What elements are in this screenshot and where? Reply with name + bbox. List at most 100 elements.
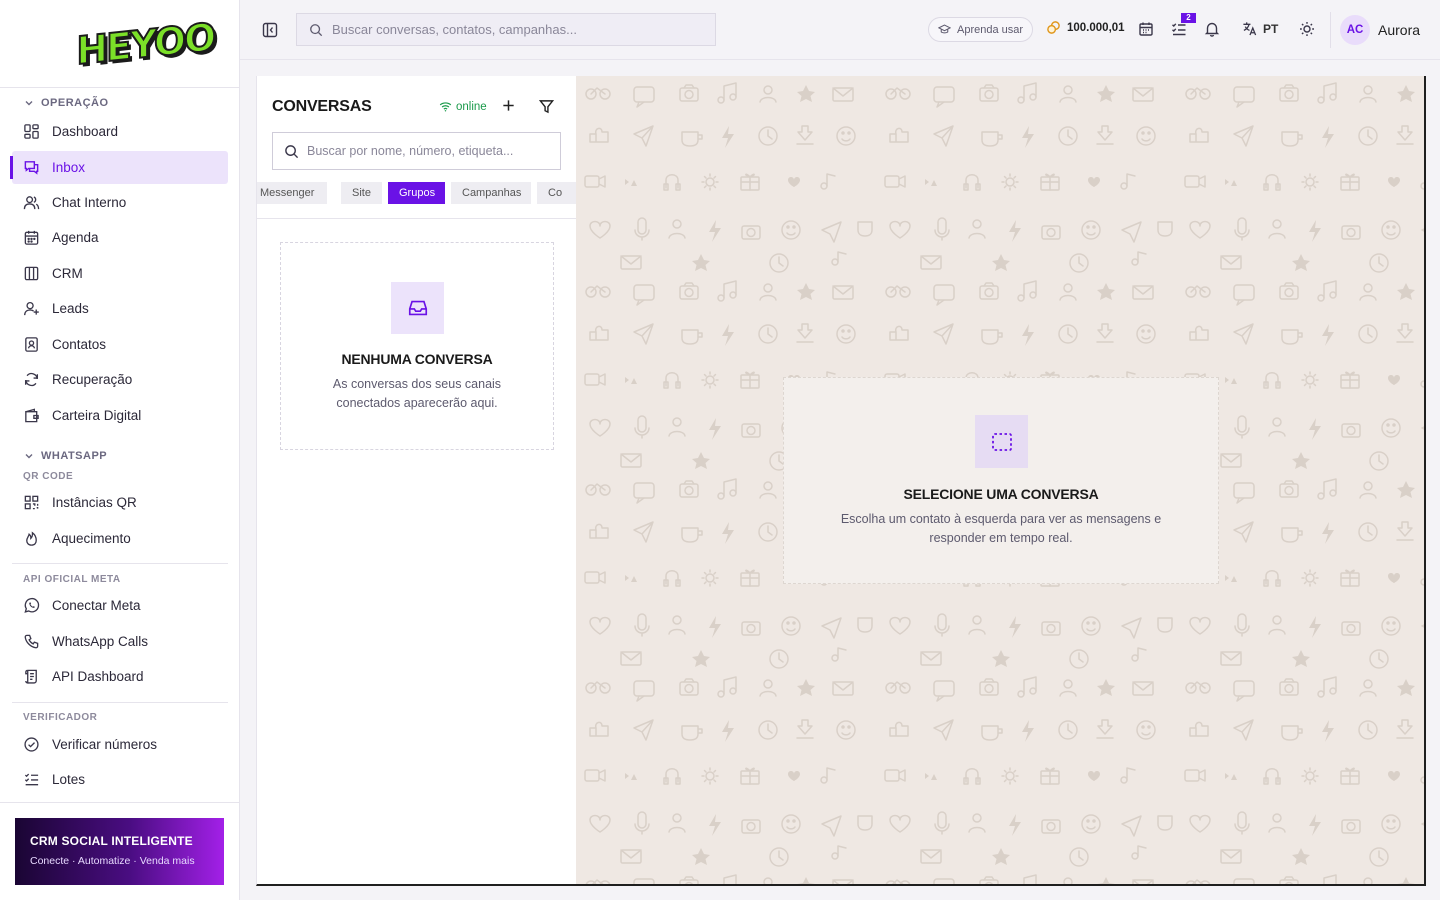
sidebar-item-chat-interno[interactable]: Chat Interno (12, 185, 228, 221)
avatar[interactable]: AC (1340, 15, 1370, 45)
tab-campanhas[interactable]: Campanhas (451, 182, 531, 204)
empty-conversations-card: NENHUMA CONVERSA As conversas dos seus c… (280, 242, 554, 450)
subsection-title: QR CODE (23, 470, 74, 482)
sidebar-item-label: API Dashboard (52, 669, 144, 685)
sun-icon[interactable] (1299, 21, 1315, 37)
sidebar-item-label: Agenda (52, 230, 99, 246)
sidebar-item-crm[interactable]: CRM (12, 256, 228, 292)
language-selector[interactable]: PT (1242, 21, 1278, 36)
sidebar-item-inbox[interactable]: Inbox (10, 150, 228, 184)
sidebar-item-label: Recuperação (52, 372, 133, 388)
section-divider (12, 563, 228, 564)
tasks-badge: 2 (1181, 13, 1196, 23)
brand-logo[interactable]: HEYOO (75, 13, 215, 74)
status-label: online (456, 100, 487, 113)
sidebar-item-label: Chat Interno (52, 194, 127, 210)
calendar-icon (24, 231, 39, 246)
sidebar-item-aquecimento[interactable]: Aquecimento (12, 521, 228, 557)
sidebar-item-conectar-meta[interactable]: Conectar Meta (12, 588, 228, 624)
sidebar-item-recuperacao[interactable]: Recuperação (12, 362, 228, 398)
select-conversation-card: SELECIONE UMA CONVERSA Escolha um contat… (783, 377, 1219, 584)
learn-label: Aprenda usar (957, 23, 1024, 36)
graduation-cap-icon (938, 24, 951, 34)
bell-icon[interactable] (1204, 21, 1220, 37)
select-title: SELECIONE UMA CONVERSA (903, 486, 1099, 502)
section-title: OPERAÇÃO (41, 97, 109, 109)
learn-button[interactable]: Aprenda usar (928, 17, 1034, 42)
subsection-title: VERIFICADOR (23, 712, 98, 723)
credits-balance[interactable]: 100.000,01 (1046, 20, 1125, 35)
sidebar-item-contatos[interactable]: Contatos (12, 327, 228, 363)
sidebar-item-label: Carteira Digital (52, 407, 142, 423)
promo-title: CRM SOCIAL INTELIGENTE (30, 834, 193, 848)
sidebar-item-leads[interactable]: Leads (12, 291, 228, 327)
select-description: Escolha um contato à esquerda para ver a… (840, 512, 1162, 545)
sidebar-item-agenda[interactable]: Agenda (12, 220, 228, 256)
translate-icon (1243, 22, 1257, 36)
conversation-search[interactable] (272, 132, 561, 170)
channel-tabs: Messenger Site Grupos Campanhas Co (257, 182, 576, 204)
tab-grupos[interactable]: Grupos (388, 182, 445, 204)
sidebar-item-lotes[interactable]: Lotes (12, 762, 228, 798)
inbox-tray-icon (408, 300, 427, 316)
list-check-icon (24, 773, 39, 786)
sidebar-item-label: Conectar Meta (52, 598, 141, 614)
sidebar-item-label: CRM (52, 265, 83, 281)
sidebar-item-instancias-qr[interactable]: Instâncias QR (12, 485, 228, 521)
sidebar-item-label: WhatsApp Calls (52, 633, 149, 649)
tab-co[interactable]: Co (537, 182, 576, 204)
coins-icon (1047, 21, 1060, 34)
sidebar-item-dashboard[interactable]: Dashboard (12, 114, 228, 150)
calendar-icon[interactable] (1138, 21, 1154, 37)
chevron-down-icon (25, 101, 33, 106)
section-title: WHATSAPP (41, 450, 108, 462)
user-name[interactable]: Aurora (1378, 22, 1420, 38)
sidebar-item-carteira-digital[interactable]: Carteira Digital (12, 398, 228, 434)
search-icon (310, 23, 323, 36)
tab-site[interactable]: Site (341, 182, 382, 204)
sidebar-item-label: Lotes (52, 772, 86, 788)
dashed-selection-icon (991, 432, 1012, 451)
new-conversation-plus-icon[interactable] (501, 98, 516, 113)
panel-title: CONVERSAS (272, 98, 372, 115)
sidebar-item-label: Leads (52, 301, 89, 317)
check-circle-icon (24, 737, 39, 752)
whatsapp-icon (24, 598, 40, 614)
empty-title: NENHUMA CONVERSA (341, 351, 493, 367)
promo-banner[interactable]: CRM SOCIAL INTELIGENTE Conecte · Automat… (15, 818, 224, 885)
conversation-search-input[interactable] (307, 144, 547, 158)
sidebar-item-verificar-numeros[interactable]: Verificar números (12, 727, 228, 763)
flame-icon (26, 531, 37, 546)
logo-area: HEYOO (0, 0, 239, 88)
sidebar-item-whatsapp-calls[interactable]: WhatsApp Calls (12, 624, 228, 660)
task-list-icon[interactable] (1171, 21, 1187, 37)
filter-icon[interactable] (539, 99, 554, 114)
sidebar-nav: OPERAÇÃO Dashboard Inbox Chat Interno Ag… (0, 92, 240, 802)
phone-icon (24, 634, 39, 649)
sidebar-item-label: Inbox (52, 159, 86, 175)
refresh-icon (24, 373, 39, 387)
sidebar-item-label: Instâncias QR (52, 495, 137, 511)
dashboard-icon (24, 124, 39, 140)
section-header-operacao[interactable]: OPERAÇÃO (0, 92, 240, 114)
wallet-icon (25, 408, 39, 423)
language-code: PT (1263, 21, 1279, 36)
connection-status: online (439, 100, 487, 113)
user-divider (1330, 12, 1331, 48)
tab-messenger[interactable]: Messenger (257, 182, 327, 204)
section-divider (12, 701, 228, 703)
sidebar-item-api-dashboard[interactable]: API Dashboard (12, 659, 228, 695)
sidebar: HEYOO OPERAÇÃO Dashboard Inbox Chat Inte… (0, 0, 240, 900)
global-search[interactable] (296, 13, 716, 46)
global-search-input[interactable] (332, 22, 712, 37)
sidebar-item-label: Verificar números (52, 736, 158, 752)
empty-inbox-badge (391, 282, 444, 334)
promo-subtitle: Conecte · Automatize · Venda mais (30, 855, 195, 867)
sidebar-toggle-icon[interactable] (262, 22, 278, 38)
topbar: Aprenda usar 100.000,01 2 PT AC Aurora (240, 0, 1440, 60)
sidebar-item-label: Dashboard (52, 124, 119, 140)
section-header-whatsapp[interactable]: WHATSAPP (0, 445, 240, 467)
select-placeholder-badge (975, 415, 1028, 468)
conversation-list-panel: CONVERSAS online Messenger Site Grupos C… (256, 76, 576, 886)
inbox-icon (24, 160, 39, 175)
